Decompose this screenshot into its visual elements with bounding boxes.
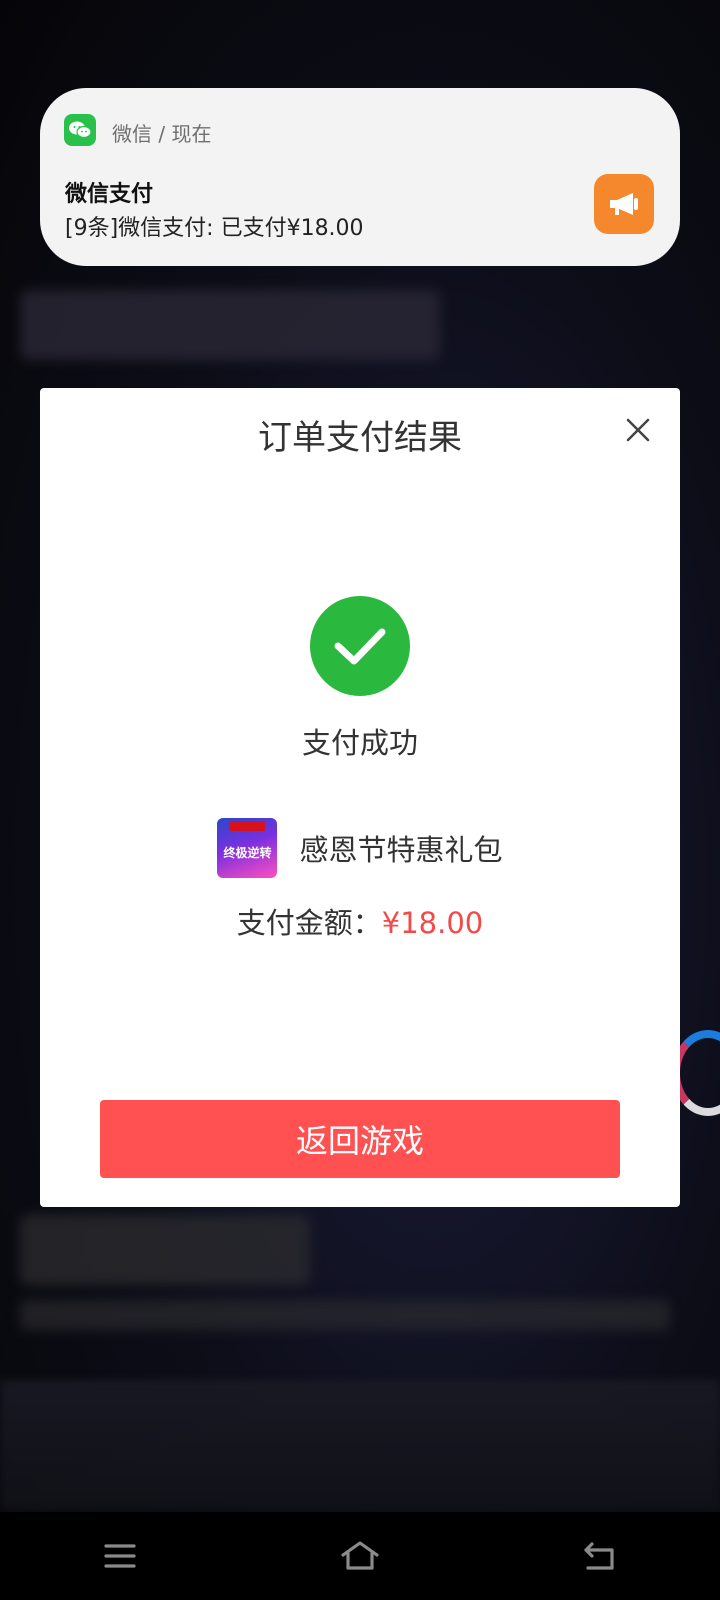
- marvel-badge: [229, 821, 266, 831]
- payment-status: 支付成功: [301, 726, 418, 760]
- megaphone-icon: [594, 174, 654, 234]
- success-check-icon: [310, 596, 410, 696]
- product-name: 感恩节特惠礼包: [299, 833, 503, 867]
- wechat-notification[interactable]: 微信 / 现在 微信支付 [9条]微信支付: 已支付¥18.00: [40, 88, 680, 266]
- blurred-bottom-menu: [0, 1380, 720, 1510]
- blurred-banner-title: [20, 290, 440, 360]
- amount-value: ¥18.00: [381, 906, 484, 940]
- menu-icon[interactable]: [90, 1531, 150, 1581]
- payment-result-dialog: 订单支付结果 支付成功 终极逆转 感恩节特惠礼包 支付金额：¥18.00 返回游…: [40, 388, 680, 1207]
- product-game-icon: 终极逆转: [217, 818, 278, 878]
- notification-app-label: 微信 / 现在: [112, 122, 212, 146]
- amount-label: 支付金额：: [236, 906, 382, 940]
- amount-row: 支付金额：¥18.00: [40, 900, 680, 942]
- wechat-icon: [64, 114, 96, 146]
- return-to-game-button[interactable]: 返回游戏: [100, 1100, 620, 1178]
- dialog-title: 订单支付结果: [258, 418, 462, 458]
- close-icon[interactable]: [618, 410, 658, 450]
- system-nav-bar: [0, 1512, 720, 1600]
- product-logo-text: 终极逆转: [223, 845, 272, 860]
- product-row: 终极逆转 感恩节特惠礼包: [40, 818, 680, 878]
- home-icon[interactable]: [330, 1531, 390, 1581]
- blurred-section-title: [20, 1215, 310, 1285]
- notification-title: 微信支付: [65, 182, 154, 207]
- notification-body: [9条]微信支付: 已支付¥18.00: [65, 216, 364, 241]
- back-icon[interactable]: [570, 1531, 630, 1581]
- blurred-text-line: [20, 1300, 670, 1330]
